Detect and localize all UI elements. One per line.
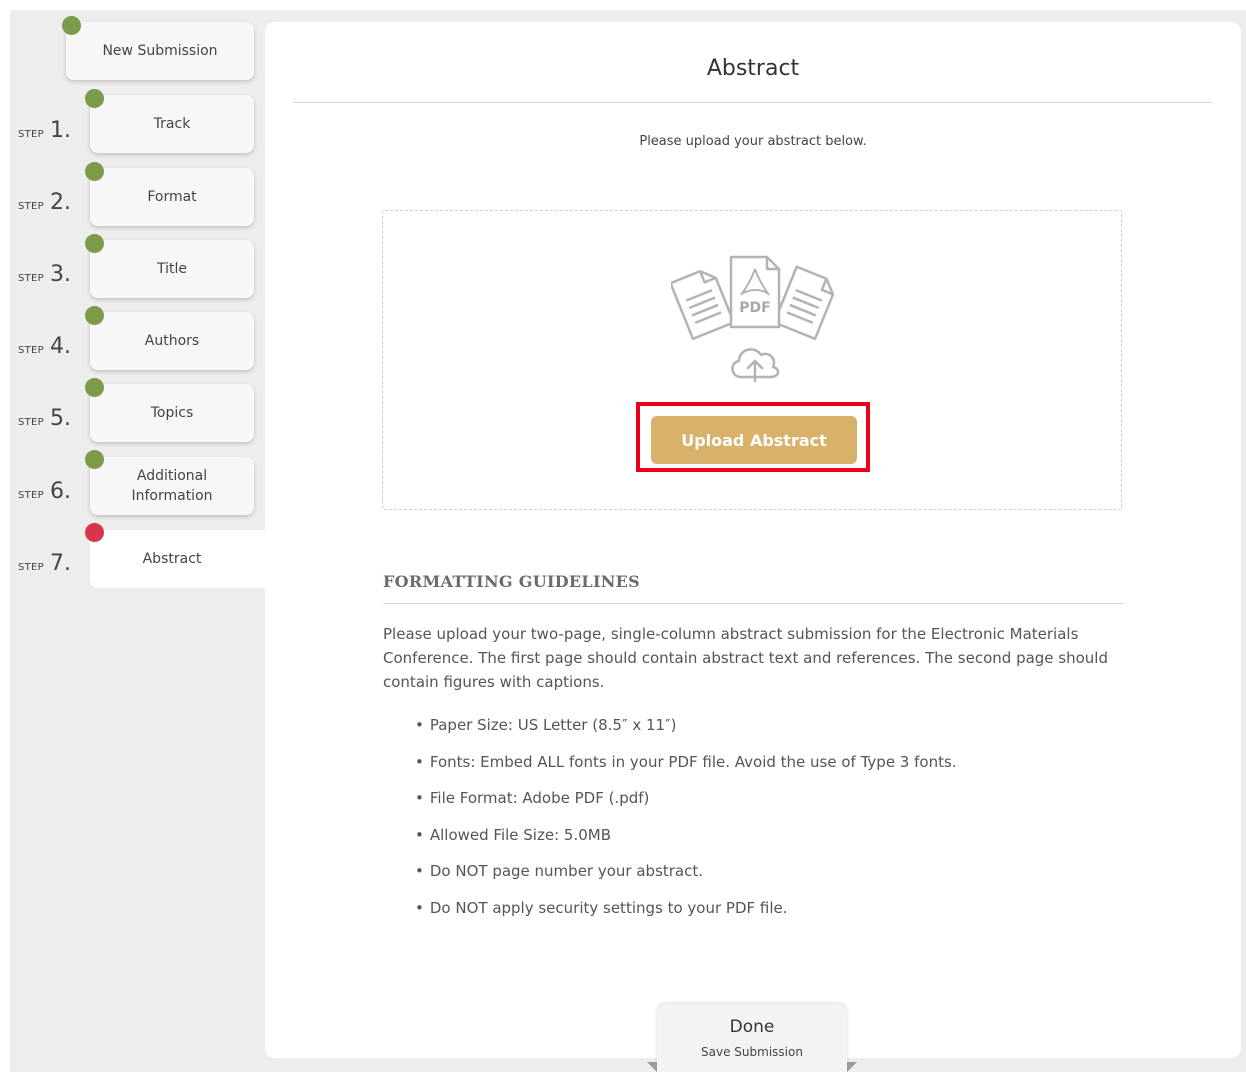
status-dot-icon	[85, 523, 104, 542]
step-number-5: STEP 5.	[18, 406, 72, 431]
sidebar-item-label: Additional Information	[131, 468, 213, 504]
pdf-label: PDF	[739, 300, 770, 316]
sidebar-item-label: Abstract	[142, 551, 202, 567]
status-dot-icon	[85, 234, 104, 253]
guidelines-list: Paper Size: US Letter (8.5″ x 11″) Fonts…	[415, 716, 957, 935]
status-dot-icon	[85, 89, 104, 108]
sidebar-item-label: Title	[156, 261, 187, 277]
list-item: File Format: Adobe PDF (.pdf)	[415, 789, 957, 826]
status-dot-icon	[85, 450, 104, 469]
step-number-1: STEP 1.	[18, 118, 72, 143]
status-dot-icon	[85, 378, 104, 397]
cloud-upload-icon	[731, 348, 780, 383]
new-submission-tab[interactable]: New Submission	[66, 22, 254, 80]
upload-abstract-button[interactable]: Upload Abstract	[651, 416, 857, 464]
pdf-upload-icon: PDF	[671, 255, 835, 383]
status-dot-icon	[85, 162, 104, 181]
done-fold-left	[647, 1062, 657, 1072]
list-item: Do NOT apply security settings to your P…	[415, 899, 957, 936]
status-dot-icon	[85, 306, 104, 325]
save-submission-label: Save Submission	[701, 1045, 803, 1059]
title-divider	[293, 102, 1213, 103]
guidelines-paragraph: Please upload your two-page, single-colu…	[383, 625, 1108, 691]
intro-text: Please upload your abstract below.	[639, 134, 867, 149]
sidebar-item-label: Format	[147, 189, 197, 205]
guidelines-divider	[383, 603, 1123, 604]
sidebar-item-additional-information[interactable]: Additional Information	[90, 457, 254, 515]
upload-drop-zone[interactable]: PDF Upload Abstract	[382, 210, 1122, 510]
step-number-7: STEP 7.	[18, 551, 72, 576]
page-title: Abstract	[706, 56, 800, 81]
list-item: Allowed File Size: 5.0MB	[415, 826, 957, 863]
sidebar-item-track[interactable]: Track	[90, 95, 254, 153]
done-button[interactable]: Done Save Submission	[647, 1004, 857, 1072]
new-submission-label: New Submission	[102, 43, 218, 59]
list-item: Fonts: Embed ALL fonts in your PDF file.…	[415, 753, 957, 790]
sidebar-item-abstract[interactable]: Abstract	[90, 530, 266, 588]
sidebar-item-topics[interactable]: Topics	[90, 384, 254, 442]
done-fold-right	[847, 1062, 857, 1072]
sidebar-item-title[interactable]: Title	[90, 240, 254, 298]
sidebar-item-label: Track	[153, 116, 191, 132]
sidebar-item-label: Authors	[144, 333, 200, 349]
sidebar-item-label: Topics	[150, 405, 194, 421]
list-item: Do NOT page number your abstract.	[415, 862, 957, 899]
step-number-3: STEP 3.	[18, 262, 72, 287]
list-item: Paper Size: US Letter (8.5″ x 11″)	[415, 716, 957, 753]
done-label: Done	[729, 1017, 775, 1037]
sidebar-item-format[interactable]: Format	[90, 168, 254, 226]
main-panel: Abstract Please upload your abstract bel…	[265, 22, 1241, 1058]
status-dot-icon	[62, 16, 81, 35]
sidebar-item-authors[interactable]: Authors	[90, 312, 254, 370]
step-number-2: STEP 2.	[18, 190, 72, 215]
step-number-4: STEP 4.	[18, 334, 72, 359]
guidelines-heading: FORMATTING GUIDELINES	[383, 572, 641, 591]
step-number-6: STEP 6.	[18, 479, 72, 504]
